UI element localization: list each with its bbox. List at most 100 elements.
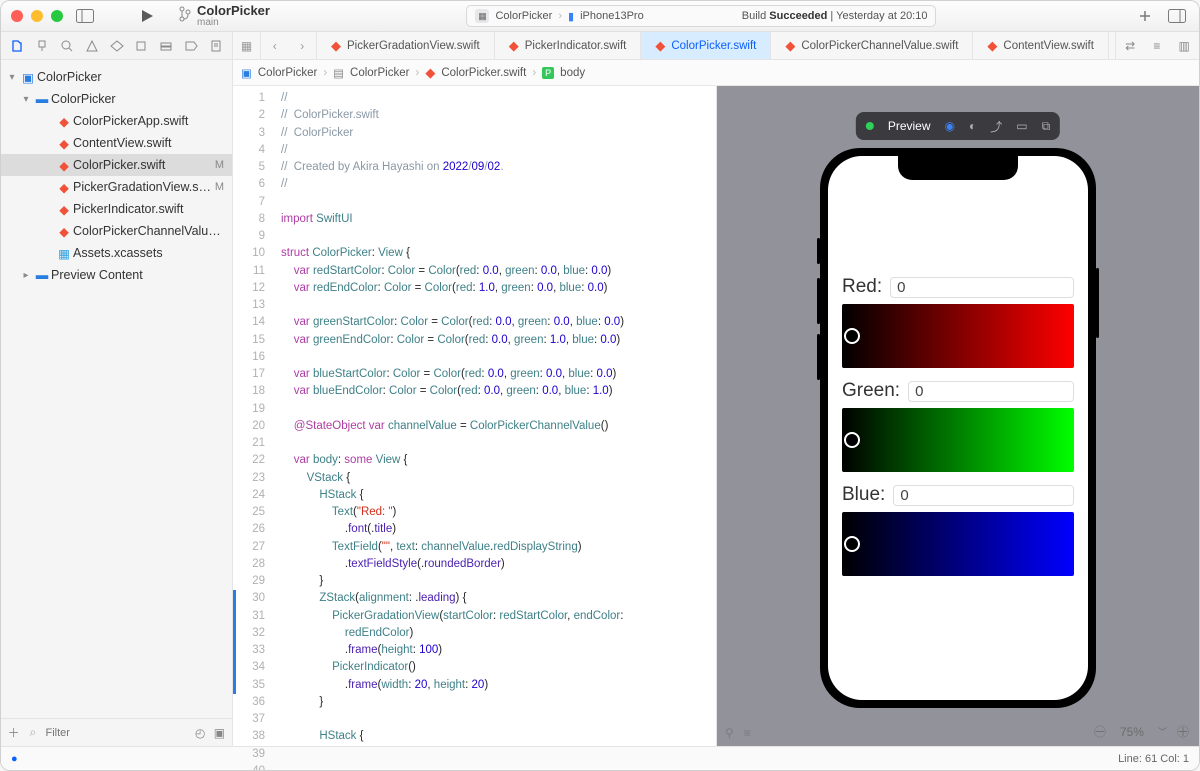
run-button[interactable] <box>135 4 159 28</box>
zoom-icon[interactable] <box>51 10 63 22</box>
red-gradient[interactable] <box>842 304 1074 368</box>
device-settings-icon[interactable]: ⤴ <box>990 118 1002 135</box>
blue-label: Blue: <box>842 484 885 506</box>
preview-label: Preview <box>888 119 931 133</box>
source-control-navigator-icon[interactable] <box>32 35 53 57</box>
issue-navigator-icon[interactable] <box>106 35 127 57</box>
cursor-position: Line: 61 Col: 1 <box>1118 753 1189 765</box>
preview-device-frame: Red: 0 Green: 0 Blue: <box>820 148 1096 708</box>
navigator-item[interactable]: ▸▬Preview Content <box>1 264 232 286</box>
folder-icon: ▬ <box>33 268 51 282</box>
add-editor-icon[interactable]: ▥ <box>1179 39 1190 53</box>
navigator-item[interactable]: ◆ColorPicker.swiftM <box>1 154 232 176</box>
toggle-navigator-icon[interactable] <box>73 4 97 28</box>
tab-label: ColorPicker.swift <box>671 40 756 52</box>
crumb-project[interactable]: ColorPicker <box>258 67 317 79</box>
forward-icon[interactable]: › <box>300 39 304 53</box>
blue-indicator[interactable] <box>844 536 860 552</box>
back-icon[interactable]: ‹ <box>273 39 277 53</box>
preview-content[interactable]: Red: 0 Green: 0 Blue: <box>828 156 1088 582</box>
file-label: ColorPicker <box>51 92 224 106</box>
debug-navigator-icon[interactable] <box>156 35 177 57</box>
minimize-icon[interactable] <box>31 10 43 22</box>
navigator-item[interactable]: ◆PickerGradationView.swiftM <box>1 176 232 198</box>
editor-options-icon[interactable]: ⇄ <box>1125 39 1135 53</box>
build-status: Build Succeeded | Yesterday at 20:10 <box>742 10 928 22</box>
crumb-group[interactable]: ColorPicker <box>350 67 409 79</box>
preview-settings-icon[interactable]: ≡ <box>744 726 751 740</box>
swift-file-icon: ◆ <box>55 202 73 217</box>
activity-viewer[interactable]: ▦ ColorPicker › ▮ iPhone13Pro Build Succ… <box>466 5 936 27</box>
blue-gradient[interactable] <box>842 512 1074 576</box>
zoom-in-icon[interactable]: ＋⃝ <box>1177 723 1189 740</box>
blue-value-field[interactable]: 0 <box>893 485 1074 506</box>
disclosure-icon[interactable]: ▾ <box>5 72 19 83</box>
navigator-item[interactable]: ▦Assets.xcassets <box>1 242 232 264</box>
add-target-icon[interactable] <box>1133 4 1157 28</box>
breakpoint-navigator-icon[interactable] <box>180 35 201 57</box>
disclosure-icon[interactable]: ▸ <box>19 270 33 281</box>
navigator-item[interactable]: ◆PickerIndicator.swift <box>1 198 232 220</box>
folder-icon: ▬ <box>33 92 51 106</box>
tab-label: PickerGradationView.swift <box>347 40 480 52</box>
crumb-file[interactable]: ColorPicker.swift <box>441 67 526 79</box>
project-navigator-icon[interactable] <box>7 35 28 57</box>
device-icon: ▮ <box>568 10 574 23</box>
navigator-item[interactable]: ▾▬ColorPicker <box>1 88 232 110</box>
editor-tab[interactable]: ◆ColorPickerChannelValue.swift <box>771 32 973 59</box>
test-navigator-icon[interactable] <box>131 35 152 57</box>
window-traffic-lights[interactable] <box>11 10 63 22</box>
editor-tab[interactable]: ◆ContentView.swift <box>973 32 1109 59</box>
zoom-out-icon[interactable]: －⃝ <box>1094 723 1106 740</box>
green-indicator[interactable] <box>844 432 860 448</box>
green-value-field[interactable]: 0 <box>908 381 1074 402</box>
disclosure-icon[interactable]: ▾ <box>19 94 33 105</box>
navigator-item[interactable]: ◆ColorPickerChannelValue.s… <box>1 220 232 242</box>
scm-filter-icon[interactable]: ▣ <box>213 726 226 740</box>
crumb-symbol[interactable]: body <box>560 67 585 79</box>
chevron-right-icon: › <box>558 10 562 22</box>
red-value-field[interactable]: 0 <box>890 277 1074 298</box>
adjust-editor-icon[interactable]: ≡ <box>1153 39 1160 53</box>
red-indicator[interactable] <box>844 328 860 344</box>
zoom-menu-icon[interactable]: ﹀ <box>1158 725 1167 738</box>
tab-label: ColorPickerChannelValue.swift <box>801 40 958 52</box>
file-label: Assets.xcassets <box>73 246 224 260</box>
green-gradient[interactable] <box>842 408 1074 472</box>
symbol-navigator-icon[interactable] <box>57 35 78 57</box>
scm-badge: M <box>215 181 224 193</box>
tab-label: ContentView.swift <box>1003 40 1094 52</box>
duplicate-preview-icon[interactable]: ⧉ <box>1042 119 1051 134</box>
report-navigator-icon[interactable] <box>205 35 226 57</box>
recent-filter-icon[interactable]: ◴ <box>194 726 207 740</box>
preview-toolbar[interactable]: Preview ◉ ◐ ⤴ ▭ ⧉ <box>856 112 1060 140</box>
pin-preview-icon[interactable]: ⚲ <box>725 726 734 740</box>
editor-tab[interactable]: ◆ColorPicker.swift <box>641 32 771 59</box>
navigator-item[interactable]: ◆ColorPickerApp.swift <box>1 110 232 132</box>
project-crumb-icon: ▣ <box>241 66 252 80</box>
folder-crumb-icon: ▤ <box>333 66 344 80</box>
live-indicator-icon <box>866 122 874 130</box>
selectable-mode-icon[interactable]: ◉ <box>945 119 955 133</box>
close-icon[interactable] <box>11 10 23 22</box>
source-editor[interactable]: 1234567891011121314151617181920212223242… <box>233 86 717 746</box>
debug-bubble-icon[interactable]: ● <box>11 753 18 765</box>
add-file-icon[interactable]: ＋ <box>7 724 20 741</box>
toggle-inspector-icon[interactable] <box>1165 4 1189 28</box>
file-label: ColorPicker <box>37 70 224 84</box>
navigator-item[interactable]: ▾▣ColorPicker <box>1 66 232 88</box>
swift-file-icon: ◆ <box>55 224 73 239</box>
swift-file-icon: ◆ <box>55 180 73 195</box>
related-items-icon[interactable]: ▦ <box>233 32 261 59</box>
editor-tab[interactable]: ◆PickerGradationView.swift <box>317 32 495 59</box>
navigator-item[interactable]: ◆ContentView.swift <box>1 132 232 154</box>
variants-icon[interactable]: ◐ <box>969 119 976 133</box>
tab-label: PickerIndicator.swift <box>525 40 627 52</box>
find-navigator-icon[interactable] <box>81 35 102 57</box>
swift-file-icon: ◆ <box>425 65 435 81</box>
preview-on-device-icon[interactable]: ▭ <box>1016 119 1027 133</box>
navigator-filter-input[interactable] <box>46 727 188 739</box>
assets-icon: ▦ <box>55 246 73 261</box>
editor-tab[interactable]: ◆PickerIndicator.swift <box>495 32 642 59</box>
zoom-level[interactable]: 75% <box>1116 725 1148 739</box>
